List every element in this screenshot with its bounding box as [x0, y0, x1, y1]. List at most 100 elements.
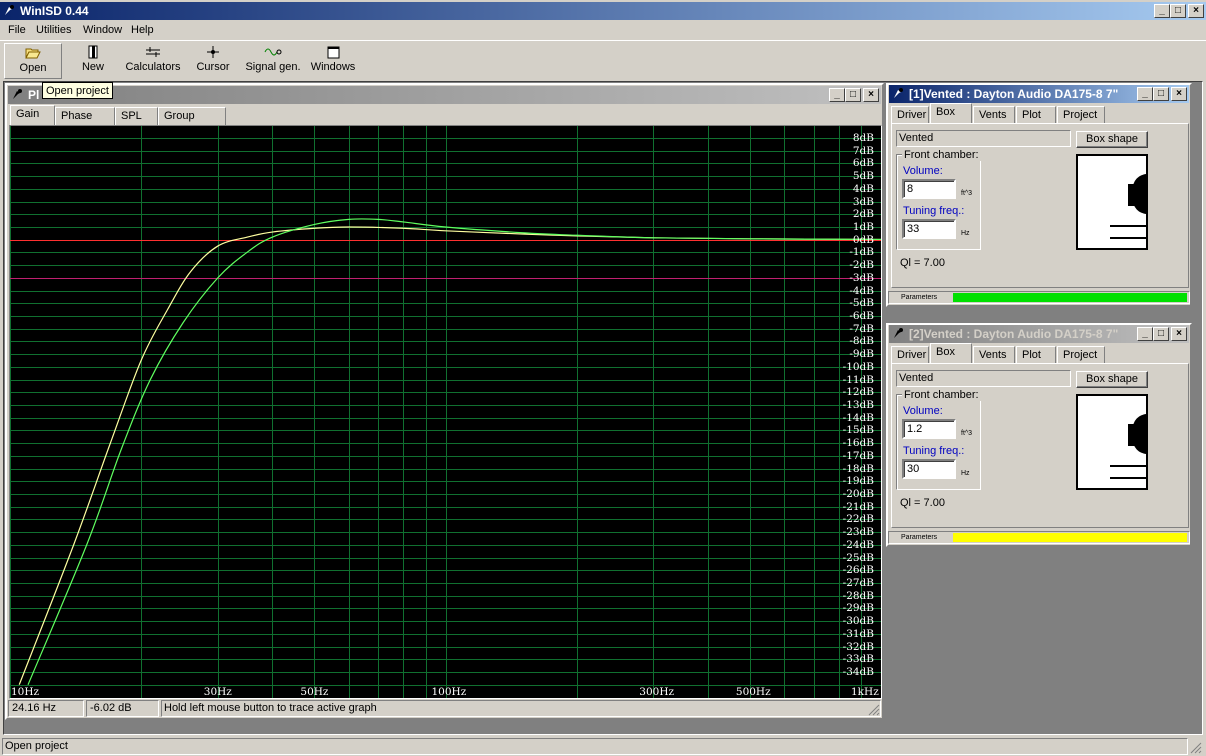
minimize-icon: _: [1142, 328, 1148, 339]
menu-file[interactable]: File: [8, 24, 26, 36]
project-minimize-button[interactable]: _: [1137, 327, 1153, 341]
tab-driver[interactable]: Driver: [891, 346, 929, 364]
y-tick-label: -15dB: [842, 424, 874, 437]
box-shape-button[interactable]: Box shape: [1076, 371, 1148, 388]
project-window-2-title-bar[interactable]: [2]Vented : Dayton Audio DA175-8 7" _ □ …: [889, 325, 1189, 343]
tuning-freq-label: Tuning freq.:: [903, 205, 965, 217]
project-window-title: [1]Vented : Dayton Audio DA175-8 7": [909, 87, 1119, 101]
parameters-label: Parameters: [901, 294, 938, 301]
y-tick-label: 1dB: [852, 221, 874, 233]
project-maximize-button[interactable]: □: [1153, 87, 1169, 101]
tab-driver[interactable]: Driver: [891, 106, 929, 124]
project-maximize-button[interactable]: □: [1153, 327, 1169, 341]
tab-box[interactable]: Box: [930, 343, 972, 363]
y-tick-label: -10dB: [842, 360, 874, 373]
cursor-button[interactable]: Cursor: [192, 43, 234, 79]
project-minimize-button[interactable]: _: [1137, 87, 1153, 101]
new-label: New: [81, 61, 104, 73]
volume-input[interactable]: 8: [902, 179, 956, 199]
front-chamber-label: Front chamber:: [902, 389, 981, 401]
ql-value: Ql = 7.00: [900, 497, 945, 509]
new-document-icon: [88, 45, 98, 59]
volume-label: Volume:: [903, 405, 943, 417]
y-tick-label: -4dB: [849, 284, 874, 297]
x-tick-label: 50Hz: [300, 686, 329, 698]
tab-phase-plot[interactable]: Phase plot: [55, 107, 115, 138]
app-icon: [5, 5, 14, 15]
tab-group-delay[interactable]: Group delay: [158, 107, 226, 138]
minimize-icon: _: [1159, 5, 1165, 16]
y-tick-label: -5dB: [849, 297, 874, 310]
parameters-status-fill: [953, 293, 1187, 302]
tab-plot[interactable]: Plot: [1016, 106, 1056, 124]
volume-label: Volume:: [903, 165, 943, 177]
x-tick-label: 500Hz: [735, 686, 771, 698]
plot-hint-text: Hold left mouse button to trace active g…: [161, 700, 881, 717]
speaker-box-icon: [1110, 174, 1146, 239]
tab-vents[interactable]: Vents: [973, 106, 1015, 124]
box-shape-button[interactable]: Box shape: [1076, 131, 1148, 148]
y-tick-label: -30dB: [842, 615, 874, 628]
tab-plot[interactable]: Plot: [1016, 346, 1056, 364]
open-button[interactable]: Open: [4, 43, 62, 79]
plot-close-button[interactable]: ×: [863, 88, 879, 102]
y-tick-label: -3dB: [849, 271, 874, 284]
tab-box[interactable]: Box: [930, 103, 972, 123]
maximize-icon: □: [1174, 5, 1182, 16]
parameters-bar: Parameters: [888, 531, 1190, 544]
minimize-icon: _: [834, 89, 840, 100]
y-tick-label: 7dB: [852, 144, 874, 157]
signal-gen-label: Signal gen.: [245, 61, 301, 73]
new-button[interactable]: New: [70, 43, 116, 79]
main-title-bar[interactable]: WinISD 0.44 _ □ ×: [0, 2, 1206, 20]
tab-project[interactable]: Project: [1057, 106, 1105, 124]
close-icon: ×: [1193, 5, 1199, 16]
window-icon: [327, 46, 339, 58]
plot-window-title-bar[interactable]: Pl _ □ ×: [8, 86, 881, 104]
windows-button[interactable]: Windows: [308, 43, 358, 79]
speaker-box-icon: [1110, 414, 1146, 479]
tooltip: Open project: [42, 82, 113, 99]
gain-chart-panel[interactable]: [9, 125, 882, 699]
project-close-button[interactable]: ×: [1171, 87, 1187, 101]
tab-spl[interactable]: SPL: [115, 107, 158, 125]
front-chamber-label: Front chamber:: [902, 149, 981, 161]
main-resize-grip-icon[interactable]: [1190, 742, 1202, 754]
tuning-freq-input[interactable]: 30: [902, 459, 956, 479]
signal-gen-button[interactable]: Signal gen.: [242, 43, 304, 79]
main-status-bar: Open project: [2, 738, 1188, 755]
project-window-icon: [894, 328, 903, 338]
gain-chart[interactable]: [10, 126, 881, 698]
tuning-freq-input[interactable]: 33: [902, 219, 956, 239]
y-tick-label: -27dB: [842, 577, 874, 589]
minimize-button[interactable]: _: [1154, 4, 1170, 18]
project-window-1-title-bar[interactable]: [1]Vented : Dayton Audio DA175-8 7" _ □ …: [889, 85, 1189, 103]
maximize-button[interactable]: □: [1170, 4, 1186, 18]
box-type-field: Vented: [896, 130, 1071, 147]
volume-input[interactable]: 1.2: [902, 419, 956, 439]
menu-help[interactable]: Help: [131, 24, 154, 36]
tab-project[interactable]: Project: [1057, 346, 1105, 364]
box-type-field: Vented: [896, 370, 1071, 387]
y-tick-label: -18dB: [842, 462, 874, 475]
tuning-freq-unit: Hz: [961, 230, 970, 237]
close-icon: ×: [868, 89, 874, 100]
project-close-button[interactable]: ×: [1171, 327, 1187, 341]
close-button[interactable]: ×: [1188, 4, 1204, 18]
plot-minimize-button[interactable]: _: [829, 88, 845, 102]
y-tick-label: -33dB: [842, 653, 874, 666]
y-tick-label: -34dB: [842, 666, 874, 678]
y-tick-label: -20dB: [842, 488, 874, 500]
signal-generator-icon: [264, 48, 282, 56]
menu-utilities[interactable]: Utilities: [36, 24, 71, 36]
x-tick-label: 10Hz: [11, 686, 40, 698]
calculators-button[interactable]: Calculators: [124, 43, 182, 79]
tab-gain[interactable]: Gain: [10, 105, 55, 125]
box-shape-preview: [1076, 154, 1148, 250]
y-tick-label: 4dB: [852, 182, 874, 195]
menu-window[interactable]: Window: [83, 24, 122, 36]
plot-maximize-button[interactable]: □: [845, 88, 861, 102]
parameters-status-fill: [953, 533, 1187, 542]
resize-grip-icon[interactable]: [868, 704, 880, 716]
tab-vents[interactable]: Vents: [973, 346, 1015, 364]
